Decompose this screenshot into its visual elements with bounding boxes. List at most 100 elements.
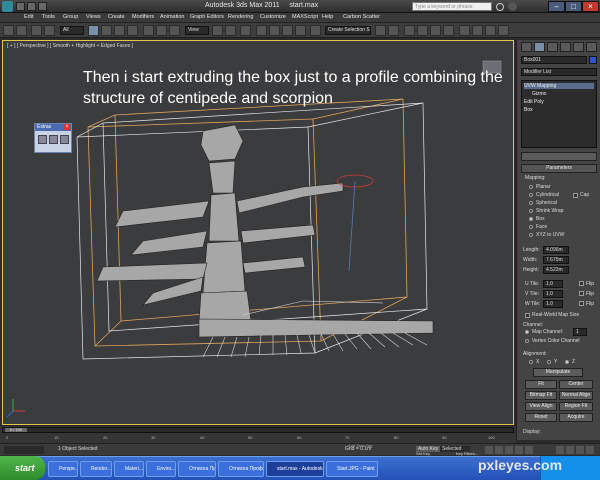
extras-toolbar[interactable]: Extras ×	[34, 123, 72, 153]
radio-align-x[interactable]	[529, 360, 533, 364]
rotate-icon[interactable]	[156, 25, 167, 36]
schematic-view-icon[interactable]	[443, 25, 454, 36]
w-flip-checkbox[interactable]	[579, 301, 584, 306]
menu-rendering[interactable]: Rendering	[228, 14, 253, 20]
maximize-button[interactable]: □	[565, 1, 582, 12]
play-icon[interactable]	[505, 446, 513, 454]
quick-access-new-icon[interactable]	[16, 2, 25, 11]
menu-animation[interactable]: Animation	[160, 14, 184, 20]
render-setup-icon[interactable]	[472, 25, 483, 36]
spacing-tool-icon[interactable]	[60, 135, 69, 144]
height-field[interactable]: 4.522m	[543, 266, 569, 274]
go-to-end-icon[interactable]	[525, 446, 533, 454]
unlink-icon[interactable]	[44, 25, 55, 36]
fit-button[interactable]: Fit	[525, 380, 557, 389]
orbit-icon[interactable]	[576, 446, 584, 454]
radio-face[interactable]	[529, 225, 533, 229]
next-frame-icon[interactable]	[515, 446, 523, 454]
spinner-snap-icon[interactable]	[295, 25, 306, 36]
percent-snap-icon[interactable]	[282, 25, 293, 36]
view-align-button[interactable]: View Align	[525, 402, 557, 411]
v-flip-checkbox[interactable]	[579, 291, 584, 296]
mirror-icon[interactable]	[375, 25, 386, 36]
task-3dsmax[interactable]: start.max - Autodesk...	[266, 461, 324, 477]
scale-icon[interactable]	[169, 25, 180, 36]
w-tile-field[interactable]: 1.0	[543, 300, 563, 308]
real-world-checkbox[interactable]	[525, 313, 530, 318]
search-input[interactable]: Type a keyword or phrase	[412, 2, 492, 11]
task-material[interactable]: Materi...	[114, 461, 144, 477]
app-logo-icon[interactable]	[2, 1, 13, 12]
task-paint[interactable]: Start.JPG - Paint	[326, 461, 378, 477]
quick-access-open-icon[interactable]	[27, 2, 36, 11]
radio-spherical[interactable]	[529, 201, 533, 205]
select-link-icon[interactable]	[31, 25, 42, 36]
select-object-icon[interactable]	[88, 25, 99, 36]
rendered-frame-window-icon[interactable]	[485, 25, 496, 36]
u-flip-checkbox[interactable]	[579, 281, 584, 286]
array-icon[interactable]	[38, 135, 47, 144]
select-by-name-icon[interactable]	[101, 25, 112, 36]
menu-views[interactable]: Views	[86, 14, 101, 20]
menu-maxscript[interactable]: MAXScript	[292, 14, 318, 20]
pan-icon[interactable]	[566, 446, 574, 454]
motion-tab-icon[interactable]	[560, 42, 571, 52]
menu-graph-editors[interactable]: Graph Editors	[190, 14, 224, 20]
modifier-list-dropdown[interactable]: Modifier List	[521, 68, 597, 76]
menu-edit[interactable]: Edit	[24, 14, 33, 20]
undo-icon[interactable]	[3, 25, 14, 36]
menu-help[interactable]: Help	[322, 14, 333, 20]
utilities-tab-icon[interactable]	[586, 42, 597, 52]
angle-snap-icon[interactable]	[269, 25, 280, 36]
radio-xyz-to-uvw[interactable]	[529, 233, 533, 237]
select-manipulate-icon[interactable]	[225, 25, 236, 36]
task-perspective[interactable]: Perspe...	[48, 461, 78, 477]
v-tile-field[interactable]: 1.0	[543, 290, 563, 298]
stack-item-box[interactable]: Box	[524, 107, 533, 113]
manipulate-button[interactable]: Manipulate	[533, 368, 583, 377]
modifier-stack[interactable]: UVW Mapping Gizmo Edit Poly Box	[521, 80, 597, 148]
u-tile-field[interactable]: 1.0	[543, 280, 563, 288]
start-button[interactable]: start	[0, 456, 45, 480]
render-production-icon[interactable]	[498, 25, 509, 36]
radio-cylindrical[interactable]	[529, 193, 533, 197]
display-tab-icon[interactable]	[573, 42, 584, 52]
extras-close-icon[interactable]: ×	[64, 124, 70, 130]
region-fit-button[interactable]: Region Fit	[559, 402, 593, 411]
radio-align-y[interactable]	[547, 360, 551, 364]
task-environment[interactable]: Enviro...	[146, 461, 176, 477]
redo-icon[interactable]	[16, 25, 27, 36]
layer-manager-icon[interactable]	[404, 25, 415, 36]
object-name-field[interactable]: Box001	[521, 56, 587, 64]
previous-frame-icon[interactable]	[495, 446, 503, 454]
reset-button[interactable]: Reset	[525, 413, 557, 422]
window-crossing-icon[interactable]	[127, 25, 138, 36]
search-icon[interactable]	[496, 3, 504, 11]
snaps-toggle-icon[interactable]	[256, 25, 267, 36]
stack-item-uvw-mapping[interactable]: UVW Mapping	[524, 83, 594, 89]
menu-modifiers[interactable]: Modifiers	[132, 14, 154, 20]
width-field[interactable]: 7.675m	[543, 256, 569, 264]
menu-tools[interactable]: Tools	[42, 14, 55, 20]
selection-filter-dropdown[interactable]: All	[60, 26, 84, 35]
menu-customize[interactable]: Customize	[260, 14, 286, 20]
named-selection-dropdown[interactable]: Create Selection Se	[325, 26, 371, 35]
edit-named-selection-icon[interactable]	[310, 25, 321, 36]
pivot-center-icon[interactable]	[212, 25, 223, 36]
cap-checkbox[interactable]	[573, 193, 578, 198]
length-field[interactable]: 4.096m	[543, 246, 569, 254]
modify-tab-icon[interactable]	[534, 42, 545, 52]
time-slider-handle[interactable]: 0 / 100	[5, 428, 27, 432]
radio-planar[interactable]	[529, 185, 533, 189]
radio-map-channel[interactable]	[525, 330, 529, 334]
radio-shrink-wrap[interactable]	[529, 209, 533, 213]
graphite-ribbon-icon[interactable]	[417, 25, 428, 36]
maxscript-listener[interactable]	[4, 446, 44, 454]
center-button[interactable]: Center	[559, 380, 593, 389]
task-render[interactable]: Render...	[80, 461, 112, 477]
move-icon[interactable]	[143, 25, 154, 36]
object-color-swatch[interactable]	[589, 56, 597, 64]
parameters-rollout[interactable]: Parameters	[521, 164, 597, 173]
task-profile-jpg[interactable]: Отписка Профи 1.р...	[218, 461, 264, 477]
menu-carbon-scatter[interactable]: Carbon Scatter	[343, 14, 380, 20]
